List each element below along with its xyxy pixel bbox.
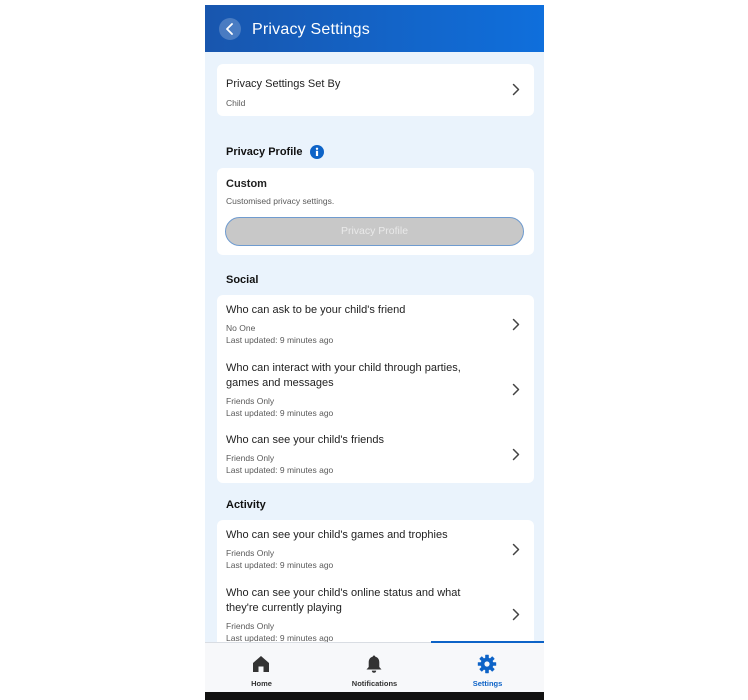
setting-title: Who can see your child's games and troph… bbox=[226, 529, 448, 541]
nav-settings[interactable]: Settings bbox=[431, 643, 544, 692]
profile-description: Customised privacy settings. bbox=[226, 196, 335, 206]
nav-label: Notifications bbox=[351, 679, 398, 688]
list-item[interactable]: Who can see your child's games and troph… bbox=[217, 520, 534, 578]
nav-label: Home bbox=[251, 679, 272, 688]
gear-icon bbox=[477, 654, 497, 674]
setting-title: Who can see your child's online status a… bbox=[226, 587, 461, 614]
activity-card: Who can see your child's games and troph… bbox=[217, 520, 534, 660]
privacy-profile-card: Custom Customised privacy settings. Priv… bbox=[217, 168, 534, 255]
chevron-right-icon bbox=[512, 83, 520, 96]
setting-value: Friends Only bbox=[226, 548, 275, 558]
chevron-right-icon bbox=[512, 608, 520, 621]
set-by-card[interactable]: Privacy Settings Set By Child bbox=[217, 64, 534, 116]
chevron-right-icon bbox=[512, 383, 520, 396]
setting-value: No One bbox=[226, 323, 256, 333]
chevron-right-icon bbox=[512, 318, 520, 331]
info-icon[interactable] bbox=[310, 145, 324, 159]
setting-updated: Last updated: 9 minutes ago bbox=[226, 465, 334, 475]
nav-home[interactable]: Home bbox=[205, 643, 318, 692]
setting-title: Who can ask to be your child's friend bbox=[226, 304, 406, 316]
privacy-profile-heading: Privacy Profile bbox=[226, 146, 303, 158]
system-bar bbox=[205, 692, 544, 700]
setting-title: Who can interact with your child through… bbox=[226, 362, 461, 389]
setting-value: Friends Only bbox=[226, 396, 275, 406]
setting-updated: Last updated: 9 minutes ago bbox=[226, 560, 334, 570]
app-header: Privacy Settings bbox=[205, 5, 544, 52]
activity-heading: Activity bbox=[226, 499, 266, 511]
set-by-title: Privacy Settings Set By bbox=[226, 78, 341, 90]
social-card: Who can ask to be your child's friend No… bbox=[217, 295, 534, 483]
list-item[interactable]: Who can ask to be your child's friend No… bbox=[217, 295, 534, 353]
setting-title: Who can see your child's friends bbox=[226, 434, 385, 446]
bell-icon bbox=[366, 655, 382, 673]
list-item[interactable]: Who can see your child's friends Friends… bbox=[217, 425, 534, 483]
set-by-value: Child bbox=[226, 98, 246, 108]
back-button[interactable] bbox=[219, 18, 241, 40]
setting-updated: Last updated: 9 minutes ago bbox=[226, 408, 334, 418]
phone-screen: Privacy Settings Privacy Settings Set By… bbox=[205, 5, 544, 692]
profile-name: Custom bbox=[226, 178, 267, 190]
setting-value: Friends Only bbox=[226, 453, 275, 463]
page-title: Privacy Settings bbox=[252, 21, 370, 38]
privacy-profile-button[interactable]: Privacy Profile bbox=[225, 217, 524, 246]
nav-notifications[interactable]: Notifications bbox=[318, 643, 431, 692]
list-item[interactable]: Who can see your child's online status a… bbox=[217, 578, 534, 650]
chevron-right-icon bbox=[512, 448, 520, 461]
nav-label: Settings bbox=[472, 679, 503, 688]
setting-updated: Last updated: 9 minutes ago bbox=[226, 335, 334, 345]
settings-list[interactable]: Privacy Settings Set By Child Privacy Pr… bbox=[205, 52, 544, 660]
list-item[interactable]: Who can interact with your child through… bbox=[217, 353, 534, 425]
bottom-nav: Home Notifications Settings bbox=[205, 641, 544, 692]
social-heading: Social bbox=[226, 274, 259, 286]
chevron-right-icon bbox=[512, 543, 520, 556]
chevron-left-icon bbox=[226, 23, 233, 35]
home-icon bbox=[253, 656, 269, 672]
setting-value: Friends Only bbox=[226, 621, 275, 631]
